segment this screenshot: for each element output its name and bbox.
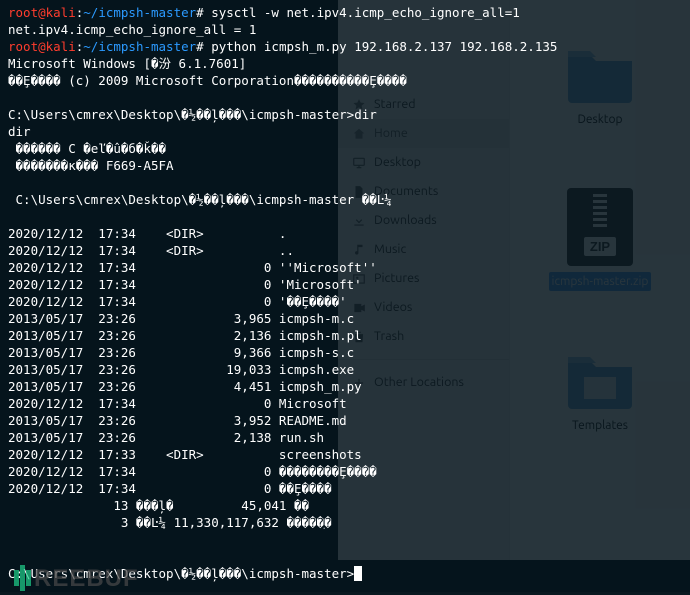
dir-listing: 2020/12/12 17:34 <DIR> . 2020/12/12 17:3… [8,225,682,531]
cwd-prompt: C:\Users\cmrex\Desktop\�½��ļ���\icmpsh-m… [8,107,354,122]
cmd-python: python icmpsh_m.py 192.168.2.137 192.168… [211,39,557,54]
prompt-hash: # [196,39,211,54]
dir-of: C:\Users\cmrex\Desktop\�½��ļ���\icmpsh-m… [8,192,392,207]
cmd-dir: dir [354,107,377,122]
prompt-path: ~/icmpsh-master [83,5,196,20]
prompt-path: ~/icmpsh-master [83,39,196,54]
terminal[interactable]: root@kali:~/icmpsh-master# sysctl -w net… [0,0,690,592]
prompt-hash: # [196,5,211,20]
dir-vol2: �������к��� F669-A5FA [8,158,174,173]
watermark: REEBUF [14,565,139,591]
cursor [354,566,362,581]
out-sysctl: net.ipv4.icmp_echo_ignore_all = 1 [8,22,256,37]
watermark-text: REEBUF [34,570,139,587]
cmd-dir-echo: dir [8,124,31,139]
prompt-userhost: root@kali [8,5,76,20]
cmd-sysctl: sysctl -w net.ipv4.icmp_echo_ignore_all=… [211,5,520,20]
prompt-userhost: root@kali [8,39,76,54]
win-copyright: ��Ȩ���� (c) 2009 Microsoft Corporation��… [8,73,407,88]
win-version: Microsoft Windows [�汾 6.1.7601] [8,56,246,71]
dir-vol1: ������ C �еľ�û�б�ǩ�� [8,141,166,156]
